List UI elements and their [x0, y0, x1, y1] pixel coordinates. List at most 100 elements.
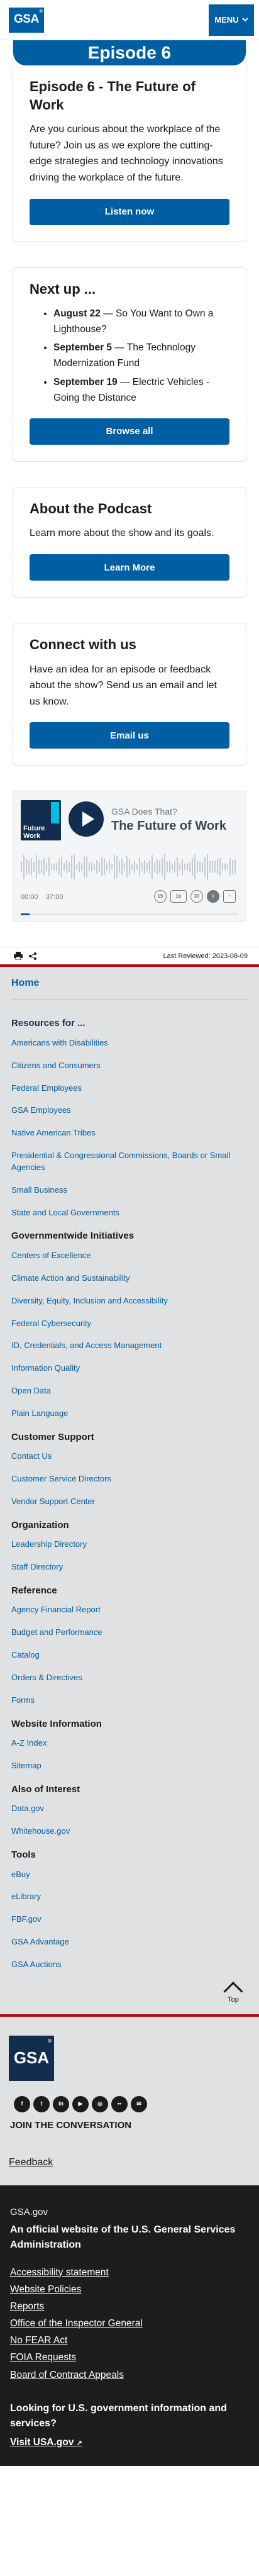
visit-usagov-link[interactable]: Visit USA.gov ↗	[10, 2434, 249, 2451]
footer-link[interactable]: GSA Auctions	[11, 1959, 248, 1971]
footer-link[interactable]: Climate Action and Sustainability	[11, 1273, 248, 1285]
youtube-icon[interactable]: ▶	[72, 2095, 89, 2112]
gsa-logo[interactable]: GSA ®	[9, 7, 44, 33]
back-to-top-button[interactable]: Top	[219, 1981, 248, 2005]
info-icon[interactable]: i	[207, 890, 219, 903]
twitter-icon[interactable]: t	[33, 2095, 50, 2112]
footer-link[interactable]: ID, Credentials, and Access Management	[11, 1340, 248, 1352]
footer-link[interactable]: Diversity, Equity, Inclusion and Accessi…	[11, 1295, 248, 1307]
print-icon[interactable]	[14, 952, 23, 961]
waveform-bar	[126, 856, 128, 878]
footer-link[interactable]: Contact Us	[11, 1451, 248, 1463]
artwork-badge	[51, 802, 59, 824]
footer-link[interactable]: Customer Service Directors	[11, 1473, 248, 1485]
share-icon[interactable]	[29, 952, 36, 960]
waveform-bar	[38, 859, 40, 874]
progress-bar[interactable]	[21, 913, 238, 916]
footer-section-heading[interactable]: Resources for ...	[11, 1017, 248, 1031]
footer-link[interactable]: Information Quality	[11, 1363, 248, 1374]
waveform-bar	[89, 863, 90, 871]
footer-link[interactable]: eLibrary	[11, 1891, 248, 1903]
waveform[interactable]	[21, 849, 240, 884]
footer-link[interactable]: Leadership Directory	[11, 1539, 248, 1551]
footer-link[interactable]: Agency Financial Report	[11, 1604, 248, 1616]
email-us-button[interactable]: Email us	[30, 722, 229, 749]
footer-link[interactable]: Small Business	[11, 1185, 248, 1196]
footer-home-link[interactable]: Home	[11, 976, 248, 995]
footer-required-link[interactable]: Website Policies	[10, 2281, 249, 2298]
footer-link[interactable]: Forms	[11, 1695, 248, 1707]
footer-link[interactable]: Vendor Support Center	[11, 1496, 248, 1508]
footer-link[interactable]: Plain Language	[11, 1408, 248, 1420]
rewind-icon[interactable]: 15	[154, 890, 167, 903]
footer-link[interactable]: Budget and Performance	[11, 1627, 248, 1639]
footer-required-link[interactable]: Accessibility statement	[10, 2264, 249, 2281]
browse-all-button[interactable]: Browse all	[30, 418, 229, 445]
waveform-bar	[167, 861, 168, 873]
footer-link[interactable]: GSA Advantage	[11, 1936, 248, 1948]
next-up-card: Next up ... August 22 — So You Want to O…	[13, 267, 246, 462]
footer-link[interactable]: Whitehouse.gov	[11, 1826, 248, 1837]
footer-gsa-logo[interactable]: GSA ®	[9, 2035, 54, 2081]
waveform-bar	[46, 862, 47, 872]
waveform-bar	[58, 859, 60, 875]
speed-control[interactable]: 1x	[170, 890, 187, 903]
waveform-bar	[214, 861, 216, 873]
facebook-icon[interactable]: f	[14, 2095, 30, 2112]
footer-section-heading: Governmentwide Initiatives	[11, 1230, 135, 1242]
flickr-icon[interactable]: ••	[111, 2095, 128, 2112]
footer-link[interactable]: Centers of Excellence	[11, 1250, 248, 1262]
connect-card: Connect with us Have an idea for an epis…	[13, 623, 246, 766]
footer-link[interactable]: Data.gov	[11, 1803, 248, 1815]
usagov-question: Looking for U.S. government information …	[10, 2402, 227, 2429]
play-button[interactable]	[69, 801, 104, 837]
footer-required-link[interactable]: Board of Contract Appeals	[10, 2367, 249, 2384]
podcast-player: Future Work GSA Does That? The Future of…	[13, 791, 246, 922]
time-current: 00:00	[21, 893, 38, 901]
artwork-text: Work	[23, 832, 41, 840]
waveform-bar	[134, 861, 135, 873]
instagram-icon[interactable]: ◎	[92, 2095, 108, 2112]
linkedin-icon[interactable]: in	[53, 2095, 69, 2112]
footer-required-link[interactable]: FOIA Requests	[10, 2349, 249, 2366]
waveform-bar	[106, 863, 107, 871]
join-conversation: JOIN THE CONVERSATION	[10, 2119, 132, 2131]
footer-required-link[interactable]: Office of the Inspector General	[10, 2315, 249, 2332]
feedback-link[interactable]: Feedback	[9, 2155, 250, 2170]
forward-icon[interactable]: 30	[190, 890, 203, 903]
footer-required-link[interactable]: Reports	[10, 2298, 249, 2315]
footer-required-link[interactable]: No FEAR Act	[10, 2332, 249, 2349]
listen-now-button[interactable]: Listen now	[30, 198, 229, 225]
waveform-bar	[109, 861, 110, 874]
waveform-bar	[36, 855, 37, 879]
footer-link[interactable]: A-Z Index	[11, 1737, 248, 1749]
waveform-bar	[84, 856, 85, 878]
footer-link[interactable]: Native American Tribes	[11, 1127, 248, 1139]
waveform-bar	[202, 862, 203, 873]
share-icon[interactable]: ↑	[223, 890, 236, 903]
footer-link[interactable]: Open Data	[11, 1385, 248, 1397]
footer-link[interactable]: Catalog	[11, 1649, 248, 1661]
footer-link[interactable]: Presidential & Congressional Commissions…	[11, 1150, 248, 1174]
footer-link[interactable]: Staff Directory	[11, 1561, 248, 1573]
footer-link[interactable]: Citizens and Consumers	[11, 1060, 248, 1072]
email-icon[interactable]: ✉	[131, 2095, 147, 2112]
footer-link[interactable]: Orders & Directives	[11, 1672, 248, 1684]
footer-link[interactable]: Federal Cybersecurity	[11, 1318, 248, 1330]
footer-link[interactable]: Federal Employees	[11, 1083, 248, 1095]
footer-link[interactable]: FBF.gov	[11, 1914, 248, 1926]
footer-link[interactable]: Americans with Disabilities	[11, 1037, 248, 1049]
waveform-bar	[172, 864, 173, 871]
waveform-bar	[192, 858, 193, 876]
menu-label: MENU	[214, 15, 239, 25]
footer-link[interactable]: Sitemap	[11, 1760, 248, 1772]
learn-more-button[interactable]: Learn More	[30, 554, 229, 581]
footer-link[interactable]: eBuy	[11, 1869, 248, 1881]
menu-button[interactable]: MENU	[209, 4, 254, 36]
footer-sections: Resources for ... Americans with Disabili…	[11, 1017, 248, 1970]
footer-identity: GSA ® f t in ▶ ◎ •• ✉ JOIN THE CONVERSATI…	[0, 2016, 259, 2186]
footer-link[interactable]: GSA Employees	[11, 1105, 248, 1117]
waveform-bar	[66, 861, 67, 874]
list-item: August 22 — So You Want to Own a Lightho…	[53, 306, 229, 337]
footer-link[interactable]: State and Local Governments	[11, 1207, 248, 1219]
